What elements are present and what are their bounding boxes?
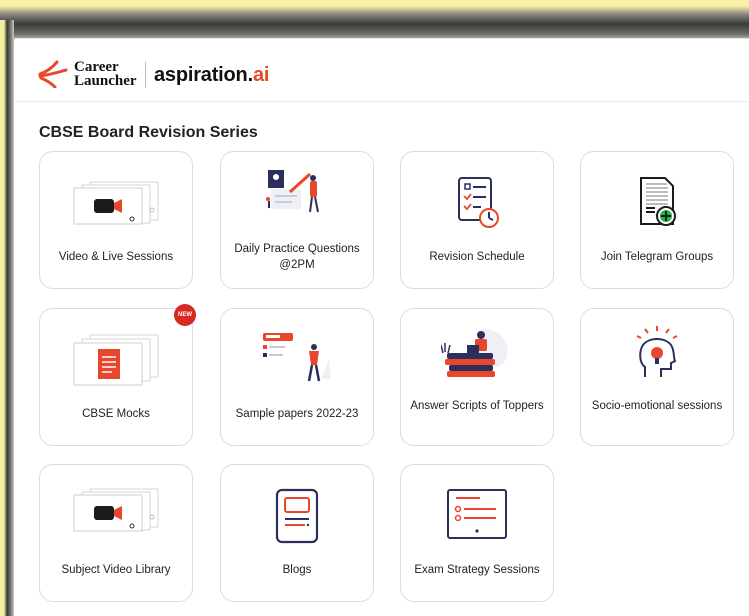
card-label: CBSE Mocks [82, 408, 150, 420]
card-label: Exam Strategy Sessions [414, 564, 540, 576]
card-label: Sample papers 2022-23 [235, 408, 359, 420]
card-label: Daily Practice Questions @2PM [234, 243, 360, 271]
logo-divider [145, 62, 146, 88]
page: Career Launcher aspiration.ai CBSE Board… [14, 38, 749, 616]
strategy-board-icon [447, 489, 507, 539]
video-library-icon [73, 488, 159, 532]
window-frame-left [0, 20, 14, 616]
career-launcher-logo-text[interactable]: Career Launcher [74, 59, 137, 89]
site-header: Career Launcher aspiration.ai [14, 38, 749, 102]
card-revision-schedule[interactable]: Revision Schedule [400, 151, 554, 289]
card-blogs[interactable]: Blogs [220, 464, 374, 602]
new-badge: NEW [174, 304, 196, 326]
card-video-live-sessions[interactable]: Video & Live Sessions [39, 151, 193, 289]
sample-paper-illustration-icon [263, 333, 331, 382]
card-label: Revision Schedule [429, 251, 525, 263]
card-join-telegram-groups[interactable]: Join Telegram Groups [580, 151, 734, 289]
section-title: CBSE Board Revision Series [39, 124, 258, 141]
video-camera-icon [73, 181, 159, 225]
career-launcher-logo-icon[interactable] [38, 60, 70, 88]
practice-board-illustration-icon [266, 170, 319, 213]
mock-test-document-icon [73, 334, 159, 386]
head-idea-icon [636, 326, 678, 377]
card-label: Video & Live Sessions [58, 251, 174, 263]
card-answer-scripts-of-toppers[interactable]: Answer Scripts of Toppers [400, 308, 554, 446]
card-socio-emotional-sessions[interactable]: Socio-emotional sessions [580, 308, 734, 446]
document-add-icon [640, 177, 676, 226]
card-daily-practice-questions[interactable]: Daily Practice Questions @2PM [220, 151, 374, 289]
blog-page-icon [275, 488, 319, 544]
card-cbse-mocks[interactable]: NEW CBSE Mocks [39, 304, 196, 446]
aspiration-text: aspiration. [154, 64, 253, 86]
card-sample-papers[interactable]: Sample papers 2022-23 [220, 308, 374, 446]
card-exam-strategy-sessions[interactable]: Exam Strategy Sessions [400, 464, 554, 602]
window-frame-top [0, 0, 749, 42]
logo-line-2: Launcher [74, 73, 137, 89]
card-label: Answer Scripts of Toppers [410, 400, 544, 412]
card-label: Socio-emotional sessions [591, 400, 723, 412]
ai-text: ai [252, 64, 270, 86]
aspiration-ai-logo[interactable]: aspiration.ai [154, 64, 269, 87]
schedule-checklist-clock-icon [458, 177, 499, 228]
card-label: Blogs [282, 564, 312, 576]
card-label: Subject Video Library [61, 564, 171, 576]
card-label: Join Telegram Groups [600, 251, 714, 263]
books-reader-illustration-icon [441, 328, 508, 377]
card-subject-video-library[interactable]: Subject Video Library [39, 464, 193, 602]
logo-line-1: Career [74, 59, 119, 75]
